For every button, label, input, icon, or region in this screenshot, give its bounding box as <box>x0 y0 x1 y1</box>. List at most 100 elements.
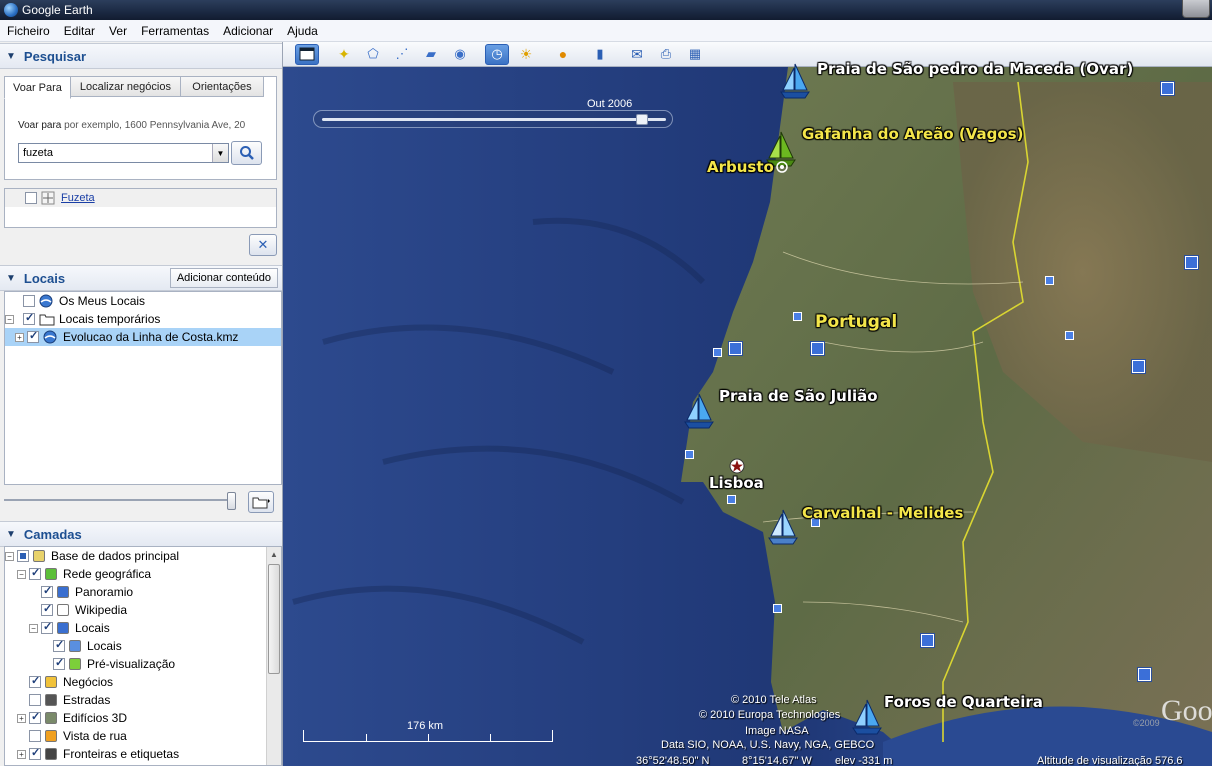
expand-icon[interactable]: + <box>17 713 26 723</box>
map-label[interactable]: Gafanha do Areão (Vagos) <box>802 125 1023 143</box>
sailboat-icon[interactable] <box>683 392 715 430</box>
placemark-icon[interactable] <box>727 495 736 504</box>
folder-options-button[interactable] <box>248 491 274 513</box>
layer-row[interactable]: +Estradas <box>5 691 281 709</box>
layer-row[interactable]: +Negócios <box>5 673 281 691</box>
menu-adicionar[interactable]: Adicionar <box>216 24 280 38</box>
sunlight-button[interactable]: ☀ <box>514 44 538 65</box>
row-checkbox[interactable] <box>23 311 35 325</box>
collapse-triangle-icon[interactable]: ▼ <box>6 529 16 540</box>
layers-panel-header[interactable]: ▼ Camadas <box>0 521 282 547</box>
collapse-triangle-icon[interactable]: ▼ <box>6 51 16 62</box>
search-button[interactable] <box>231 141 262 165</box>
layer-checkbox[interactable] <box>29 566 41 580</box>
result-link[interactable]: Fuzeta <box>61 192 95 204</box>
placemark-icon[interactable] <box>1138 668 1151 681</box>
opacity-slider-track[interactable] <box>4 499 236 501</box>
collapse-icon[interactable]: − <box>29 623 38 633</box>
tab-find-businesses[interactable]: Localizar negócios <box>69 76 181 97</box>
menu-ferramentas[interactable]: Ferramentas <box>134 24 216 38</box>
layer-row[interactable]: − Locais <box>5 619 281 637</box>
placemark-icon[interactable] <box>773 604 782 613</box>
tree-row[interactable]: Os Meus Locais <box>5 292 281 310</box>
menu-ficheiro[interactable]: Ficheiro <box>0 24 57 38</box>
places-panel-header[interactable]: ▼ Locais Adicionar conteúdo <box>0 265 282 291</box>
layer-checkbox[interactable] <box>29 746 41 760</box>
ruler-button[interactable]: ▮ <box>588 44 612 65</box>
layer-checkbox[interactable] <box>41 620 53 634</box>
capital-star-icon[interactable] <box>729 458 745 474</box>
view-in-maps-button[interactable]: ▦ <box>683 44 707 65</box>
map-label[interactable]: Praia de São Julião <box>719 387 878 405</box>
placemark-icon[interactable] <box>793 312 802 321</box>
expand-icon[interactable]: + <box>17 749 26 759</box>
tree-row[interactable]: + Evolucao da Linha de Costa.kmz <box>5 328 281 346</box>
menu-editar[interactable]: Editar <box>57 24 102 38</box>
layer-row[interactable]: + Fronteiras e etiquetas <box>5 745 281 763</box>
close-window-button[interactable] <box>1182 0 1210 18</box>
map-label[interactable]: Carvalhal - Melides <box>802 504 963 522</box>
record-tour-button[interactable]: ◉ <box>448 44 472 65</box>
placemark-icon[interactable] <box>1161 82 1174 95</box>
map-label[interactable]: Arbusto <box>707 158 774 176</box>
list-item[interactable]: Fuzeta <box>5 189 276 207</box>
add-content-button[interactable]: Adicionar conteúdo <box>169 268 278 288</box>
layer-row[interactable]: − Rede geográfica <box>5 565 281 583</box>
layer-row[interactable]: +Panoramio <box>5 583 281 601</box>
add-path-button[interactable]: ⋰ <box>390 44 414 65</box>
add-polygon-button[interactable]: ⬠ <box>361 44 385 65</box>
collapse-icon[interactable]: − <box>5 551 14 561</box>
collapse-triangle-icon[interactable]: ▼ <box>6 273 16 284</box>
placemark-icon[interactable] <box>685 450 694 459</box>
layer-row[interactable]: + Edifícios 3D <box>5 709 281 727</box>
planets-button[interactable]: ● <box>551 44 575 65</box>
layer-checkbox[interactable] <box>53 638 65 652</box>
map-label[interactable]: Portugal <box>815 312 897 332</box>
layer-row[interactable]: − Base de dados principal <box>5 547 281 565</box>
tree-row[interactable]: − Locais temporários <box>5 310 281 328</box>
placemark-icon[interactable] <box>729 342 742 355</box>
sidebar-toggle-button[interactable] <box>295 43 319 65</box>
placemark-icon[interactable] <box>1185 256 1198 269</box>
sailboat-icon[interactable] <box>779 62 811 100</box>
layer-checkbox[interactable] <box>17 550 29 562</box>
layer-row[interactable]: +Locais <box>5 637 281 655</box>
map-label[interactable]: Praia de São pedro da Maceda (Ovar) <box>817 60 1133 78</box>
layer-checkbox[interactable] <box>29 730 41 742</box>
clear-search-button[interactable]: ✕ <box>249 234 277 256</box>
sailboat-icon[interactable] <box>767 508 799 546</box>
placemark-icon[interactable] <box>1045 276 1054 285</box>
placemark-icon[interactable] <box>811 342 824 355</box>
layer-checkbox[interactable] <box>29 674 41 688</box>
add-placemark-button[interactable]: ✦ <box>332 44 356 65</box>
layer-checkbox[interactable] <box>29 710 41 724</box>
collapse-icon[interactable]: − <box>17 569 26 579</box>
sailboat-icon[interactable] <box>851 698 883 736</box>
search-panel-header[interactable]: ▼ Pesquisar <box>0 43 282 69</box>
placemark-icon[interactable] <box>1065 331 1074 340</box>
placemark-icon[interactable] <box>1132 360 1145 373</box>
layer-checkbox[interactable] <box>41 584 53 598</box>
placemark-icon[interactable] <box>713 348 722 357</box>
layer-checkbox[interactable] <box>29 694 41 706</box>
menu-ver[interactable]: Ver <box>102 24 134 38</box>
tab-fly-to[interactable]: Voar Para <box>4 76 71 99</box>
fly-to-input[interactable]: fuzeta ▼ <box>18 143 229 163</box>
map-label[interactable]: Foros de Quarteira <box>884 693 1043 711</box>
result-checkbox[interactable] <box>25 192 37 204</box>
menu-ajuda[interactable]: Ajuda <box>280 24 325 38</box>
row-checkbox[interactable] <box>23 295 35 307</box>
opacity-slider-thumb[interactable] <box>227 492 236 510</box>
layer-row[interactable]: +Wikipedia <box>5 601 281 619</box>
expand-icon[interactable]: + <box>15 332 24 342</box>
collapse-icon[interactable]: − <box>5 314 14 324</box>
town-icon[interactable] <box>776 161 788 173</box>
placemark-icon[interactable] <box>921 634 934 647</box>
tab-directions[interactable]: Orientações <box>179 76 264 97</box>
layer-row[interactable]: +Pré-visualização <box>5 655 281 673</box>
print-button[interactable]: ⎙ <box>654 44 678 65</box>
earth-view[interactable]: ✦ ⬠ ⋰ ▰ ◉ ◷ ☀ ● ▮ ✉ ⎙ ▦ Out 2006 Praia d… <box>283 42 1212 766</box>
layer-row[interactable]: +Vista de rua <box>5 727 281 745</box>
row-checkbox[interactable] <box>27 329 39 343</box>
chevron-down-icon[interactable]: ▼ <box>212 144 228 162</box>
